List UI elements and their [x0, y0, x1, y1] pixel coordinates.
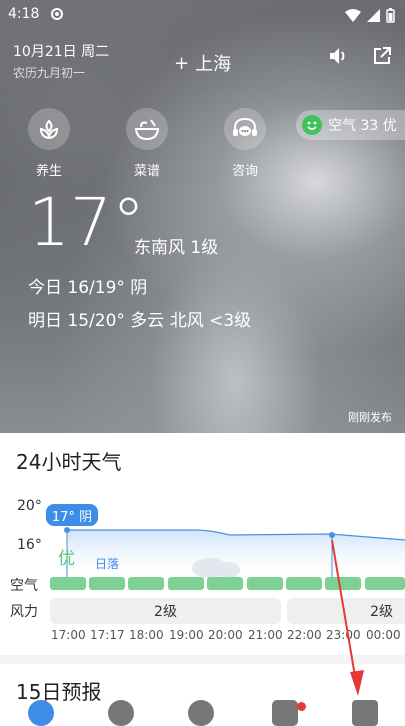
- annotation-arrow: [331, 539, 364, 696]
